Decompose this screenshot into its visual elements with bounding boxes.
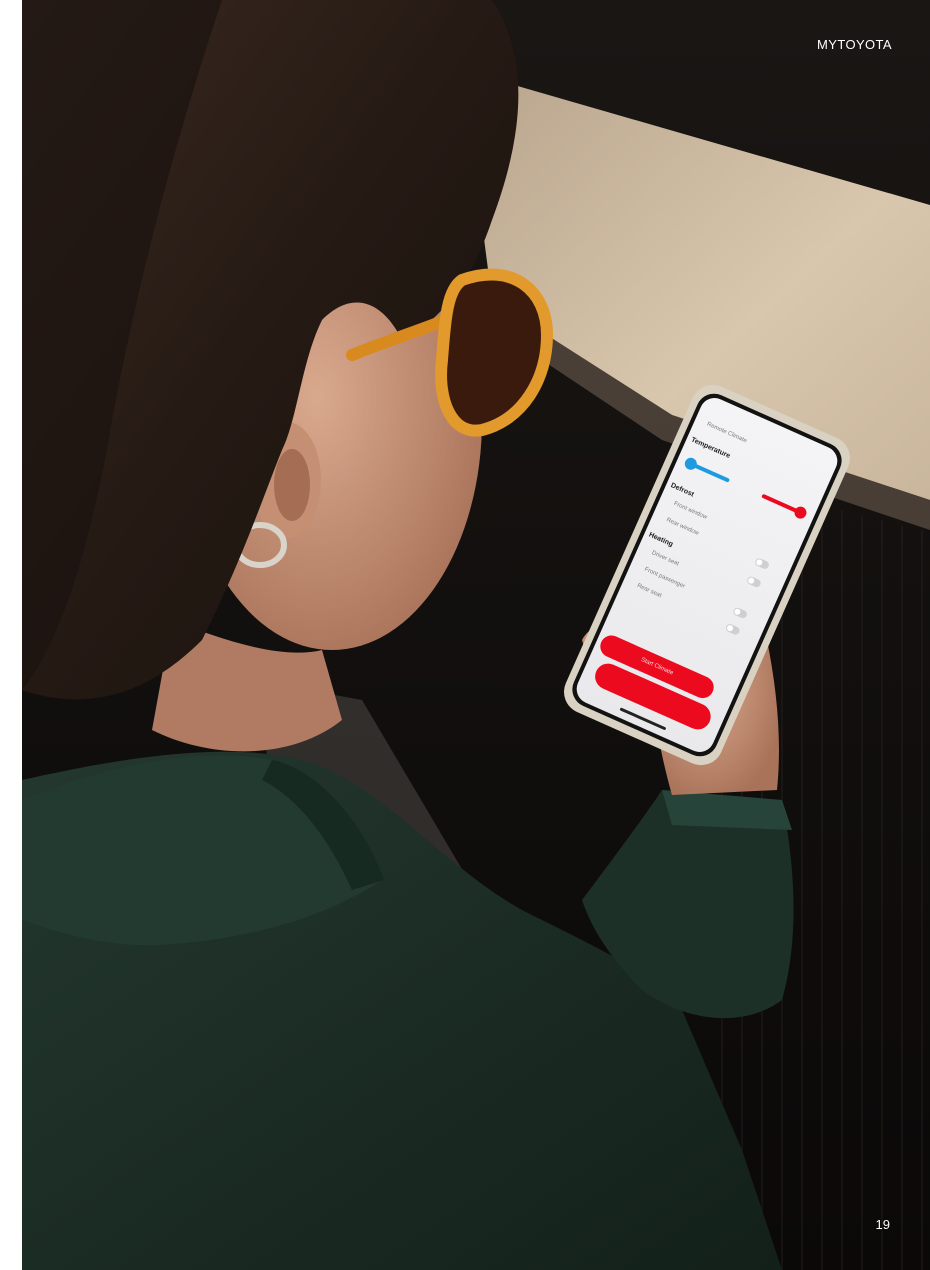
item-rear-seat: Rear seat <box>636 583 663 600</box>
item-front-window: Front window <box>672 500 708 521</box>
brand-label: MYTOYOTA <box>817 37 892 52</box>
toggle-rear-seat <box>724 622 741 636</box>
photo: Remote Climate Temperature Defrost Front… <box>22 0 930 1270</box>
defrost-heading: Defrost <box>669 482 695 499</box>
toggle-heating <box>745 575 762 589</box>
toggle-rear-window <box>754 557 771 571</box>
temperature-heading: Temperature <box>689 436 732 460</box>
item-rear-window: Rear window <box>665 517 700 537</box>
item-front-passenger: Front passenger <box>643 566 686 590</box>
photo-illustration <box>22 0 930 1270</box>
heating-heading: Heating <box>647 531 674 549</box>
app-title: Remote Climate <box>705 421 748 445</box>
toggle-front-passenger <box>732 606 749 620</box>
page-number: 19 <box>875 1217 890 1232</box>
item-driver-seat: Driver seat <box>650 550 680 568</box>
